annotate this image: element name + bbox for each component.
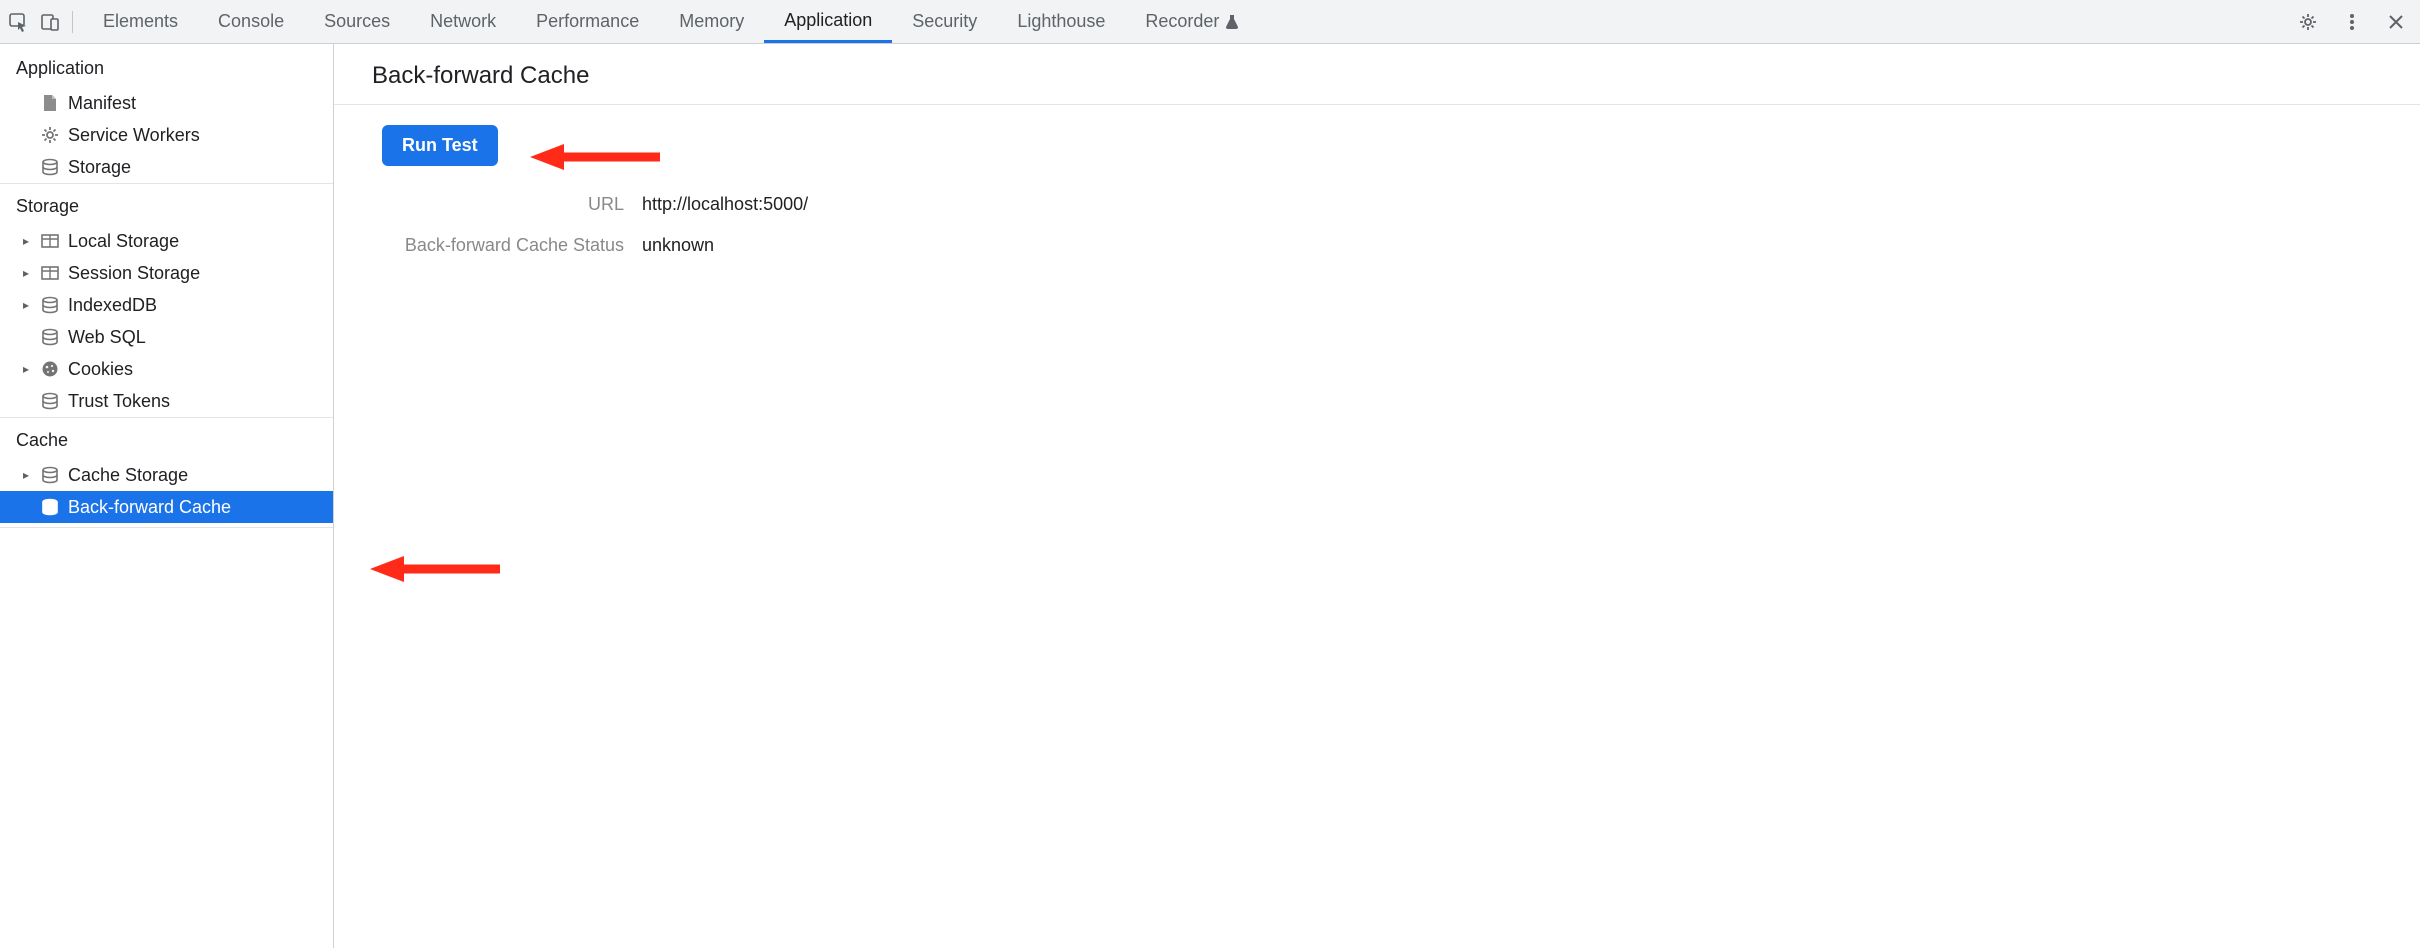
sidebar-item-label: Session Storage: [68, 263, 200, 284]
tab-elements[interactable]: Elements: [83, 0, 198, 43]
tab-memory[interactable]: Memory: [659, 0, 764, 43]
sidebar-item-trust-tokens[interactable]: ▸ Trust Tokens: [0, 385, 333, 417]
database-icon: [40, 392, 60, 410]
main-panel: Back-forward Cache Run Test URL http://l…: [334, 44, 2420, 948]
tab-console[interactable]: Console: [198, 0, 304, 43]
cookie-icon: [40, 360, 60, 378]
expand-arrow-icon[interactable]: ▸: [20, 298, 32, 312]
sidebar-item-bfcache[interactable]: ▸ Back-forward Cache: [0, 491, 333, 523]
more-menu-icon[interactable]: [2340, 10, 2364, 34]
url-label: URL: [382, 194, 642, 215]
sidebar-item-storage[interactable]: ▸ Storage: [0, 151, 333, 183]
sidebar-item-websql[interactable]: ▸ Web SQL: [0, 321, 333, 353]
sidebar-item-local-storage[interactable]: ▸ Local Storage: [0, 225, 333, 257]
tab-recorder[interactable]: Recorder: [1125, 0, 1259, 43]
database-icon: [40, 158, 60, 176]
tab-security[interactable]: Security: [892, 0, 997, 43]
sidebar-item-session-storage[interactable]: ▸ Session Storage: [0, 257, 333, 289]
sidebar-section-storage: Storage: [0, 183, 333, 225]
sidebar-item-label: Back-forward Cache: [68, 497, 231, 518]
status-label: Back-forward Cache Status: [382, 235, 642, 256]
expand-arrow-icon[interactable]: ▸: [20, 266, 32, 280]
status-value: unknown: [642, 235, 714, 256]
sidebar-item-label: Cookies: [68, 359, 133, 380]
database-icon: [40, 466, 60, 484]
tab-network[interactable]: Network: [410, 0, 516, 43]
close-devtools-icon[interactable]: [2384, 10, 2408, 34]
database-icon: [40, 328, 60, 346]
run-test-button[interactable]: Run Test: [382, 125, 498, 166]
sidebar-item-label: Local Storage: [68, 231, 179, 252]
sidebar-item-indexeddb[interactable]: ▸ IndexedDB: [0, 289, 333, 321]
expand-arrow-icon[interactable]: ▸: [20, 234, 32, 248]
sidebar-item-label: IndexedDB: [68, 295, 157, 316]
table-icon: [40, 234, 60, 248]
expand-arrow-icon[interactable]: ▸: [20, 362, 32, 376]
device-toolbar-icon[interactable]: [38, 10, 62, 34]
sidebar-item-label: Storage: [68, 157, 131, 178]
expand-arrow-icon[interactable]: ▸: [20, 468, 32, 482]
settings-gear-icon[interactable]: [2296, 10, 2320, 34]
file-icon: [40, 94, 60, 112]
table-icon: [40, 266, 60, 280]
application-sidebar: Application ▸ Manifest ▸ Service Workers…: [0, 44, 334, 948]
sidebar-item-service-workers[interactable]: ▸ Service Workers: [0, 119, 333, 151]
devtools-topbar: Elements Console Sources Network Perform…: [0, 0, 2420, 44]
sidebar-item-label: Web SQL: [68, 327, 146, 348]
tab-performance[interactable]: Performance: [516, 0, 659, 43]
panel-title: Back-forward Cache: [334, 44, 2420, 105]
sidebar-item-label: Service Workers: [68, 125, 200, 146]
sidebar-section-application: Application: [0, 44, 333, 87]
topbar-divider: [72, 11, 73, 33]
tab-application[interactable]: Application: [764, 0, 892, 43]
sidebar-item-label: Manifest: [68, 93, 136, 114]
sidebar-section-cache: Cache: [0, 417, 333, 459]
inspect-element-icon[interactable]: [6, 10, 30, 34]
flask-icon: [1225, 14, 1239, 30]
database-icon: [40, 498, 60, 516]
sidebar-item-cache-storage[interactable]: ▸ Cache Storage: [0, 459, 333, 491]
tab-sources[interactable]: Sources: [304, 0, 410, 43]
devtools-tabs: Elements Console Sources Network Perform…: [83, 0, 2290, 43]
sidebar-item-manifest[interactable]: ▸ Manifest: [0, 87, 333, 119]
sidebar-item-label: Cache Storage: [68, 465, 188, 486]
tab-lighthouse[interactable]: Lighthouse: [997, 0, 1125, 43]
sidebar-item-cookies[interactable]: ▸ Cookies: [0, 353, 333, 385]
gear-icon: [40, 126, 60, 144]
url-value: http://localhost:5000/: [642, 194, 808, 215]
sidebar-item-label: Trust Tokens: [68, 391, 170, 412]
tab-recorder-label: Recorder: [1145, 11, 1219, 32]
database-icon: [40, 296, 60, 314]
